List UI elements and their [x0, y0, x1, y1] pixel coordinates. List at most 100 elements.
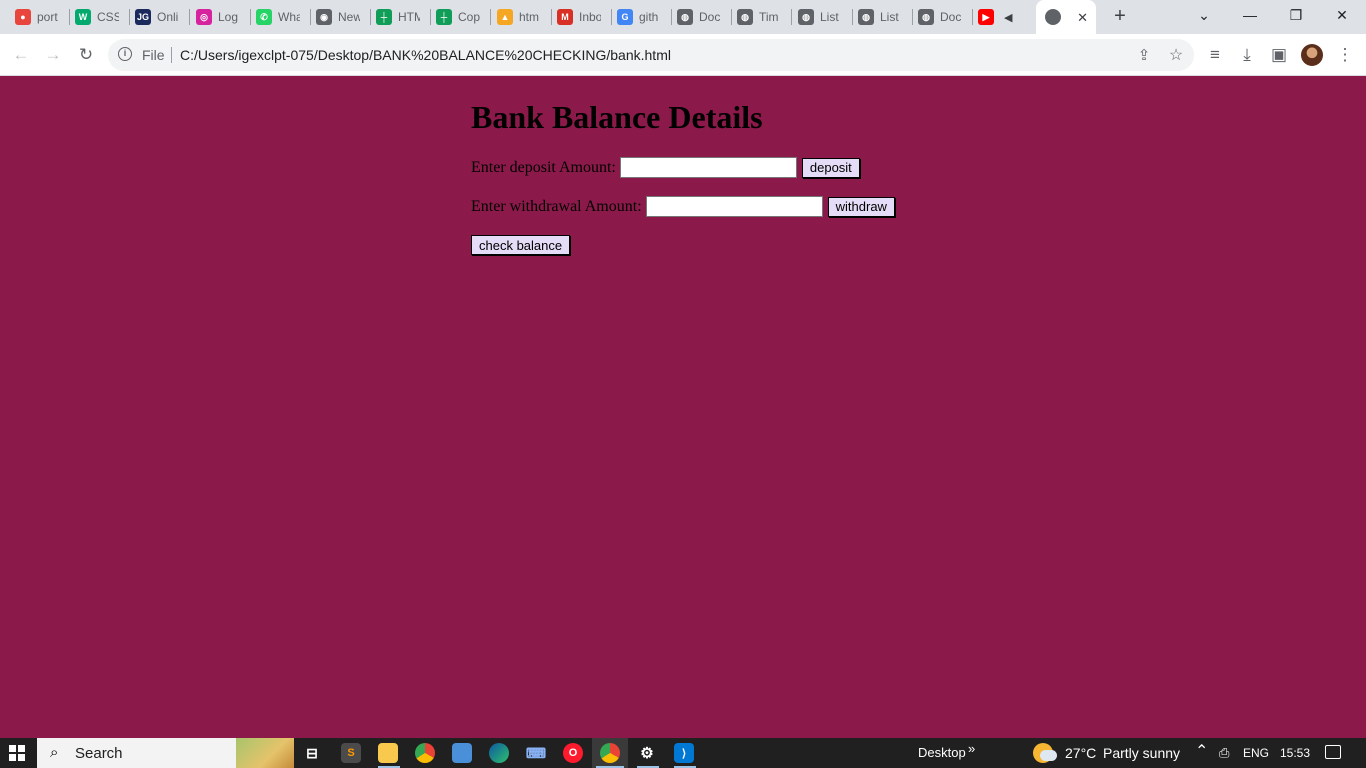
scheme-label: File [142, 47, 165, 63]
reload-button[interactable]: ↻ [74, 43, 98, 67]
tab-5[interactable]: ✆ Wha [247, 4, 305, 30]
forward-button[interactable]: → [41, 43, 65, 67]
tab-4[interactable]: ◎ Log [187, 4, 245, 30]
tab-7[interactable]: ┼ HTM [367, 4, 425, 30]
tab-10[interactable]: M Inbo [548, 4, 606, 30]
restore-button[interactable]: ❐ [1273, 0, 1319, 30]
bookmark-star-icon[interactable]: ☆ [1164, 43, 1188, 67]
page-title: Bank Balance Details [471, 99, 763, 135]
taskbar: ⌕ Search ⊟ S ⌨ O ⚙ ⟩ Desktop » 27°C Part… [0, 738, 1366, 768]
tab-11[interactable]: Ggith [608, 4, 666, 30]
deposit-input[interactable] [619, 157, 797, 178]
tab-1[interactable]: ● port [6, 4, 64, 30]
url-text[interactable]: C:/Users/igexclpt-075/Desktop/BANK%20BAL… [180, 47, 671, 63]
taskbar-search[interactable]: ⌕ Search [37, 738, 294, 768]
language-indicator[interactable]: ENG [1243, 746, 1269, 760]
weather-temp[interactable]: 27°C [1065, 745, 1096, 761]
jgi-icon: JG [135, 9, 151, 25]
camera-icon[interactable]: ⎙ [1219, 745, 1229, 761]
clock-time[interactable]: 15:53 [1280, 746, 1310, 760]
profile-avatar[interactable] [1301, 44, 1323, 66]
chevron-up-icon[interactable]: ⌃ [1195, 741, 1208, 761]
globe-icon [1045, 9, 1061, 25]
tab-17[interactable]: ▶ ◀ [969, 4, 1019, 30]
deposit-label: Enter deposit Amount: [471, 158, 616, 176]
search-label: Search [75, 745, 123, 762]
omnibox-divider [171, 47, 172, 63]
back-button[interactable]: ← [9, 43, 33, 67]
tab-12[interactable]: ◍ Doc [668, 4, 726, 30]
tab-label: HTM [398, 10, 420, 24]
remote-desktop-icon[interactable] [452, 743, 472, 763]
tab-label: List [880, 10, 899, 24]
chrome-active-icon[interactable] [600, 743, 620, 763]
sheets-icon: ┼ [376, 9, 392, 25]
tab-search-button[interactable]: ⌄ [1181, 0, 1227, 30]
tab-label: Cop [458, 10, 480, 24]
tab-label: Log [218, 10, 239, 24]
browser-toolbar: ← → ↻ i File C:/Users/igexclpt-075/Deskt… [0, 34, 1366, 76]
tab-9[interactable]: ▲ htm [488, 4, 546, 30]
tab-active[interactable]: ✕ [1036, 0, 1096, 34]
sublime-text-icon[interactable]: S [341, 743, 361, 763]
w3schools-icon: W [75, 9, 91, 25]
page-viewport: Bank Balance Details Enter deposit Amoun… [0, 77, 1366, 738]
tab-strip: ✕ + ⌄ — ❐ ✕ ● port W CSS JG Onli ◎ Log ✆ Wha ◉ New ┼… [0, 0, 1366, 34]
tab-15[interactable]: ◍ List [849, 4, 907, 30]
globe-icon: ◍ [798, 9, 814, 25]
close-window-button[interactable]: ✕ [1319, 0, 1365, 30]
check-balance-button[interactable]: check balance [471, 235, 571, 255]
tab-label: Inbo [579, 10, 601, 24]
tab-label: List [820, 10, 839, 24]
sheets-icon: ┼ [436, 9, 452, 25]
tab-3[interactable]: JG Onli [126, 4, 184, 30]
withdraw-input[interactable] [645, 196, 823, 217]
keyboard-icon[interactable]: ⌨ [526, 743, 546, 763]
chrome-icon: ◉ [316, 9, 332, 25]
withdraw-row: Enter withdrawal Amount: withdraw [471, 196, 895, 217]
notification-icon[interactable] [1325, 745, 1341, 759]
instagram-icon: ◎ [196, 9, 212, 25]
tab-8[interactable]: ┼ Cop [427, 4, 485, 30]
reading-list-icon[interactable]: ≡ [1203, 43, 1227, 67]
tab-14[interactable]: ◍ List [789, 4, 847, 30]
file-explorer-icon[interactable] [378, 743, 398, 763]
deposit-row: Enter deposit Amount: deposit [471, 157, 860, 178]
whatsapp-icon: ✆ [256, 9, 272, 25]
download-icon[interactable]: ⤓ [1235, 43, 1259, 67]
search-highlight-art [236, 738, 294, 768]
edge-icon[interactable] [489, 743, 509, 763]
task-view-icon[interactable]: ⊟ [302, 743, 322, 763]
desktop-toolbar-label[interactable]: Desktop [918, 745, 966, 760]
toolbar-expand-icon[interactable]: » [968, 741, 975, 756]
share-icon[interactable]: ⇪ [1132, 43, 1156, 67]
tab-6[interactable]: ◉ New [307, 4, 365, 30]
chrome-icon[interactable] [415, 743, 435, 763]
close-tab-icon[interactable]: ✕ [1077, 10, 1088, 26]
tab-label: htm [519, 10, 540, 24]
minimize-button[interactable]: — [1227, 0, 1273, 30]
address-bar[interactable]: i File C:/Users/igexclpt-075/Desktop/BAN… [108, 39, 1194, 71]
withdraw-button[interactable]: withdraw [827, 196, 895, 217]
site-info-icon[interactable]: i [118, 47, 132, 61]
search-icon: ⌕ [50, 744, 59, 761]
youtube-icon: ▶ [978, 9, 994, 25]
deposit-button[interactable]: deposit [801, 157, 860, 178]
weather-text[interactable]: Partly sunny [1103, 745, 1180, 761]
tab-2[interactable]: W CSS [66, 4, 124, 30]
withdraw-label: Enter withdrawal Amount: [471, 197, 642, 215]
speaker-icon[interactable]: ◀ [1004, 11, 1012, 24]
chart-icon: ▲ [497, 9, 513, 25]
pdf-icon: ● [15, 9, 31, 25]
menu-icon[interactable]: ⋮ [1333, 43, 1357, 67]
tab-13[interactable]: ◍ Tim [728, 4, 786, 30]
settings-gear-icon[interactable]: ⚙ [637, 743, 657, 763]
side-panel-icon[interactable]: ▣ [1267, 43, 1291, 67]
tab-16[interactable]: ◍ Doc [909, 4, 967, 30]
tab-label: CSS [97, 10, 119, 24]
new-tab-button[interactable]: + [1109, 5, 1131, 27]
globe-icon: ◍ [918, 9, 934, 25]
vscode-icon[interactable]: ⟩ [674, 743, 694, 763]
windows-start-icon[interactable] [9, 745, 25, 761]
opera-icon[interactable]: O [563, 743, 583, 763]
